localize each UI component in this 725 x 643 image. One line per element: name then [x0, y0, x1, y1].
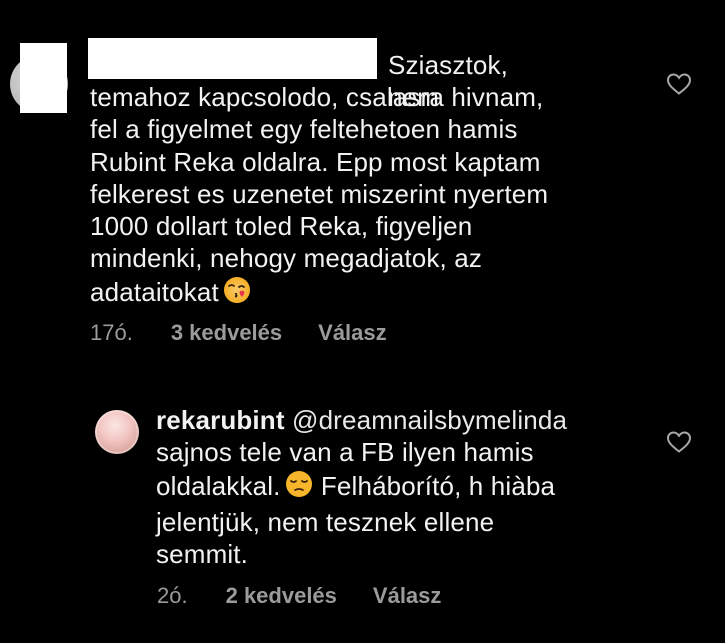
like-heart-icon[interactable] — [666, 430, 692, 454]
kissing-heart-emoji — [222, 275, 252, 312]
like-heart-icon[interactable] — [666, 72, 692, 96]
comment-username[interactable]: rekarubint — [156, 405, 285, 435]
redaction-box — [20, 43, 67, 113]
likes-count[interactable]: 3 kedvelés — [171, 320, 282, 346]
avatar[interactable] — [95, 410, 139, 454]
redacted-username — [88, 38, 377, 79]
comment-meta: 17ó. 3 kedvelés Válasz — [90, 320, 387, 346]
pensive-face-emoji — [284, 469, 314, 506]
comment-time: 2ó. — [157, 583, 188, 608]
comment-body: temahoz kapcsolodo, csalasra hivnam, fel… — [90, 82, 549, 307]
likes-count[interactable]: 2 kedvelés — [226, 583, 337, 609]
comment-time: 17ó. — [90, 320, 133, 345]
reply-button[interactable]: Válasz — [318, 320, 387, 346]
comment-text: temahoz kapcsolodo, csalasra hivnam, fel… — [90, 81, 630, 312]
comment-body-line2: oldalakkal. — [156, 470, 281, 501]
comment-meta: 2ó. 2 kedvelés Válasz — [157, 583, 441, 609]
mention-link[interactable]: @dreamnailsbymelinda — [292, 405, 567, 435]
comment-body-line1: sajnos tele van a FB ilyen hamis — [156, 437, 534, 468]
reply-button[interactable]: Válasz — [373, 583, 442, 609]
comment-text: rekarubint @dreamnailsbymelinda sajnos t… — [156, 404, 626, 570]
